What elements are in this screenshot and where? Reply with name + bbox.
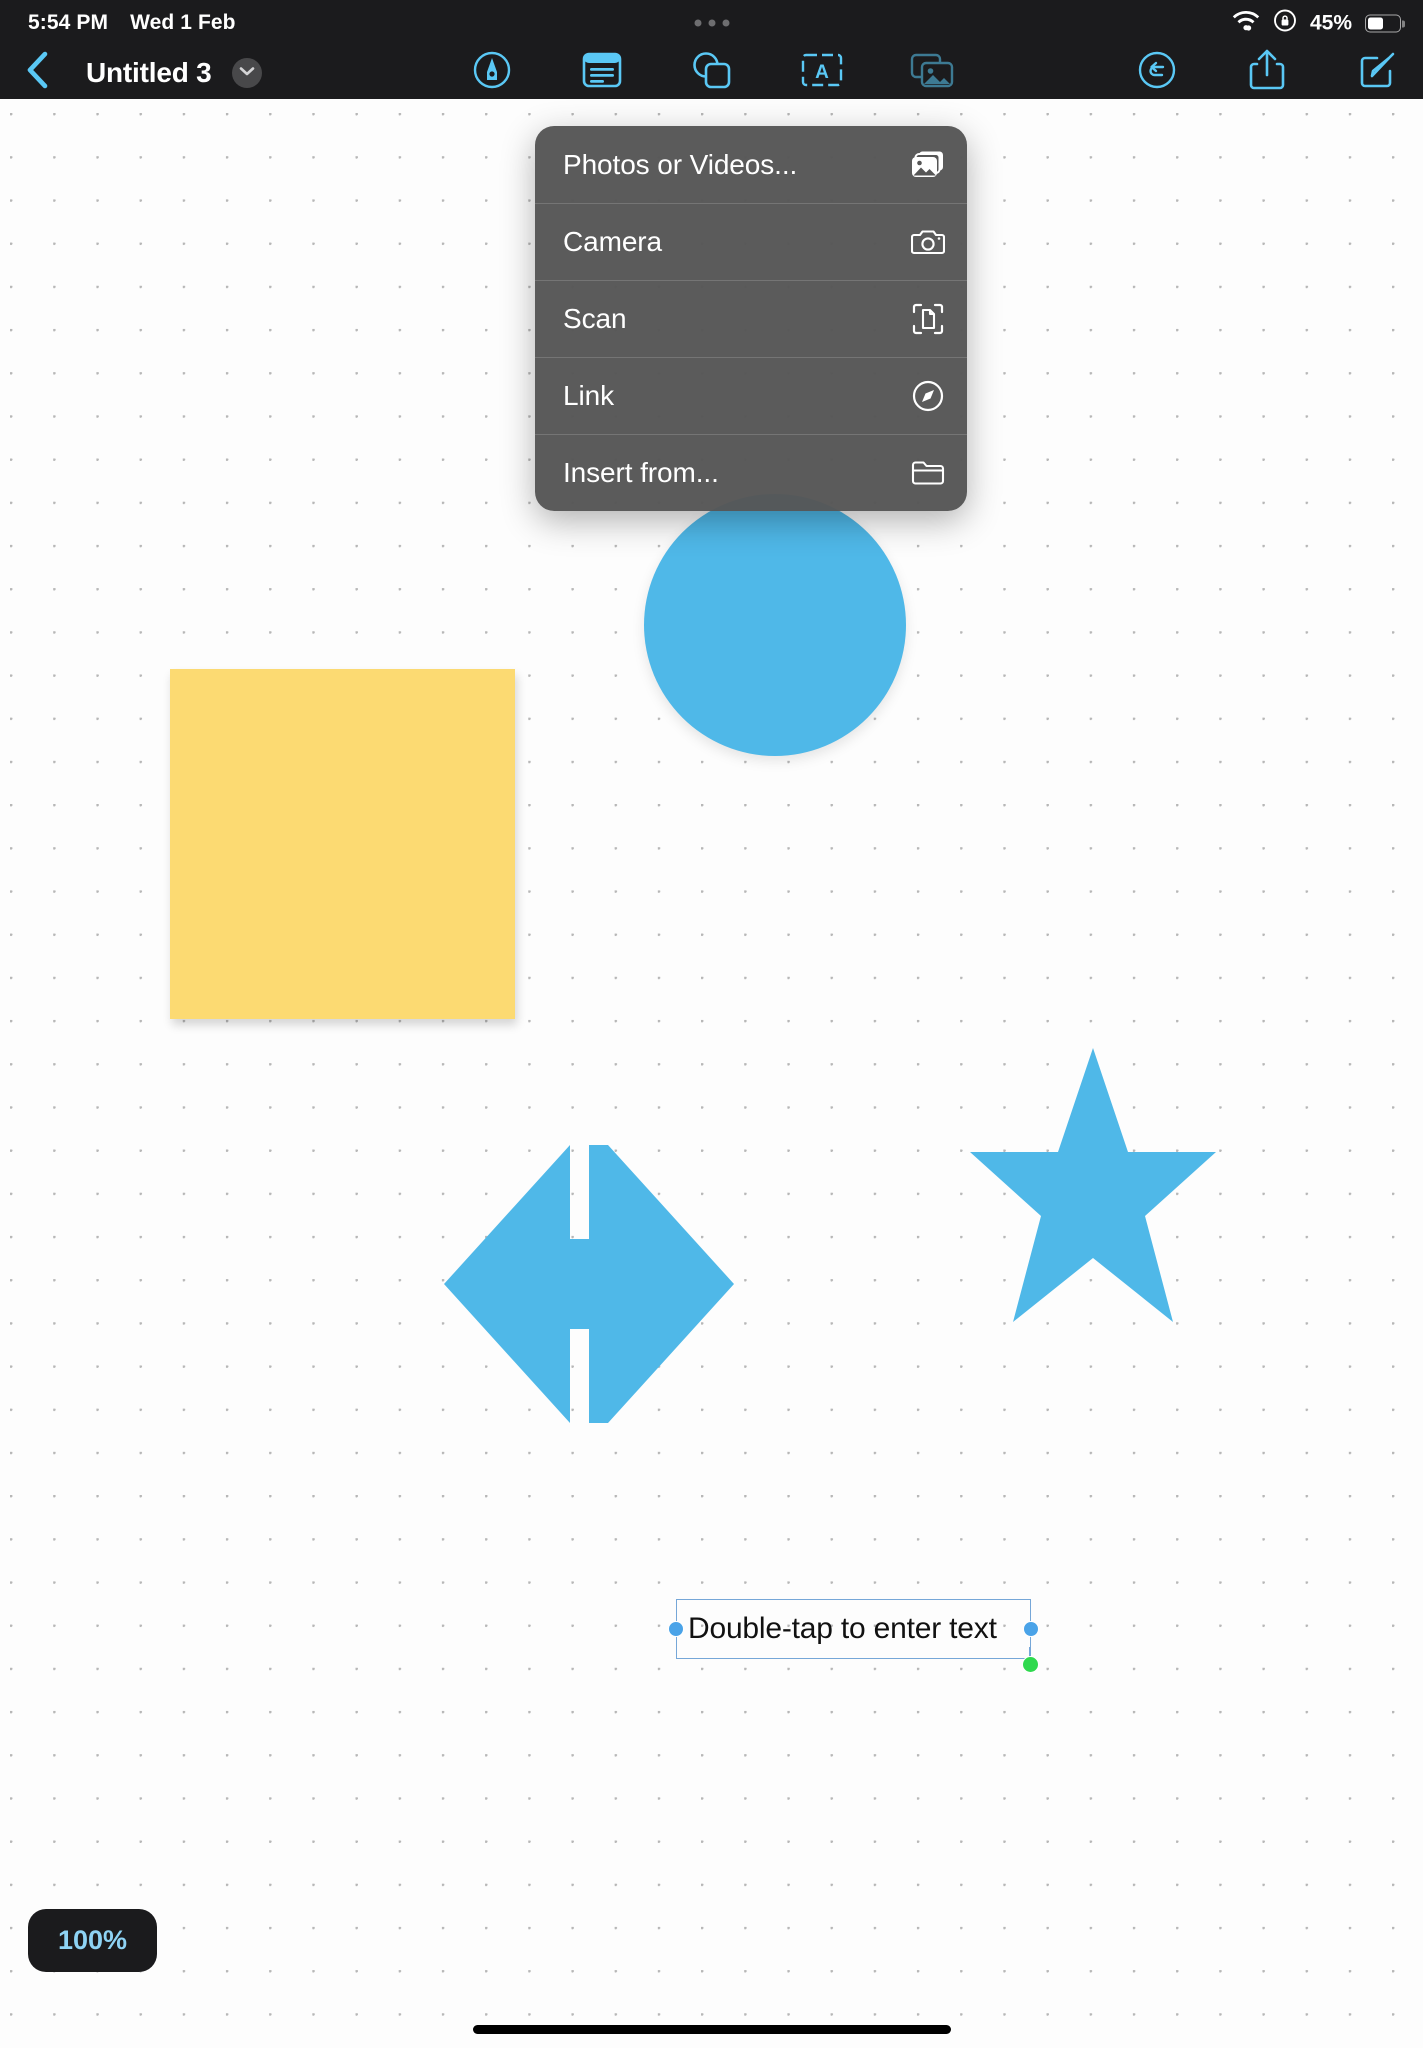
share-up-arrow-icon [1249, 48, 1285, 97]
media-photos-icon [909, 51, 955, 94]
sticky-note[interactable] [170, 669, 515, 1019]
home-indicator[interactable] [472, 2025, 951, 2034]
media-tool[interactable] [910, 51, 954, 95]
rotation-lock-icon [1273, 9, 1297, 38]
status-bar-right: 45% [1232, 9, 1405, 38]
menu-item-link[interactable]: Link [535, 357, 967, 434]
status-time: 5:54 PM [28, 11, 109, 34]
text-box-a-icon: A [799, 51, 845, 94]
shapes-tool[interactable] [690, 51, 734, 95]
menu-item-camera[interactable]: Camera [535, 203, 967, 280]
photos-stack-icon [911, 148, 945, 182]
menu-item-label: Camera [563, 226, 662, 257]
battery-fill [1368, 17, 1384, 29]
action-group [1135, 48, 1399, 97]
wifi-icon [1232, 10, 1260, 36]
status-bar-left: 5:54 PM Wed 1 Feb [28, 11, 236, 35]
undo-button[interactable] [1135, 51, 1179, 95]
shapes-icon [691, 50, 733, 95]
menu-item-label: Link [563, 380, 614, 411]
chevron-down-icon [239, 64, 255, 82]
svg-text:A: A [815, 62, 829, 83]
folder-icon [911, 456, 945, 490]
compose-button[interactable] [1355, 51, 1399, 95]
tool-group: A [470, 51, 954, 95]
resize-handle-right[interactable] [1023, 1621, 1039, 1637]
undo-circle-icon [1136, 49, 1178, 96]
menu-item-label: Scan [563, 303, 627, 334]
media-insert-menu: Photos or Videos... Camera Scan Link Ins… [535, 126, 967, 511]
pen-in-circle-icon [471, 49, 513, 96]
dot [694, 19, 701, 27]
menu-item-insert-from[interactable]: Insert from... [535, 434, 967, 511]
battery-icon [1365, 14, 1405, 32]
menu-item-scan[interactable]: Scan [535, 280, 967, 357]
text-box[interactable]: Double-tap to enter text [668, 1599, 1039, 1673]
title-menu-button[interactable] [232, 57, 262, 88]
safari-compass-icon [911, 379, 945, 413]
ipad-freeform-app: 5:54 PM Wed 1 Feb 45% Untitled 3 A Doubl… [0, 0, 1423, 2048]
menu-item-label: Insert from... [563, 457, 719, 488]
compose-pencil-icon [1356, 49, 1398, 96]
circle-shape[interactable] [644, 494, 906, 756]
dot [708, 19, 715, 27]
menu-item-photos-or-videos[interactable]: Photos or Videos... [535, 126, 967, 203]
back-chevron-icon [23, 50, 51, 95]
app-toolbar: Untitled 3 A [0, 46, 1423, 99]
resize-handle-left[interactable] [668, 1621, 684, 1637]
status-date: Wed 1 Feb [130, 11, 236, 34]
scan-document-icon [911, 302, 945, 336]
double-arrow-shape[interactable] [444, 1139, 734, 1429]
star-shape[interactable] [968, 1044, 1218, 1334]
menu-item-label: Photos or Videos... [563, 148, 798, 180]
rotate-handle[interactable] [1022, 1656, 1039, 1673]
camera-icon [911, 225, 945, 259]
multitasking-dots-icon[interactable] [694, 19, 729, 27]
share-button[interactable] [1245, 48, 1289, 97]
zoom-level-indicator[interactable]: 100% [28, 1909, 158, 1972]
text-box-label: Double-tap to enter text [688, 1612, 997, 1645]
sticky-note-icon [581, 51, 623, 94]
status-bar: 5:54 PM Wed 1 Feb 45% [0, 0, 1423, 46]
markup-pen-tool[interactable] [470, 51, 514, 95]
battery-percent: 45% [1309, 11, 1352, 34]
sticky-note-tool[interactable] [580, 51, 624, 95]
page-title[interactable]: Untitled 3 [86, 57, 212, 89]
text-box-tool[interactable]: A [800, 51, 844, 95]
dot [722, 19, 729, 27]
back-button[interactable] [14, 50, 60, 96]
